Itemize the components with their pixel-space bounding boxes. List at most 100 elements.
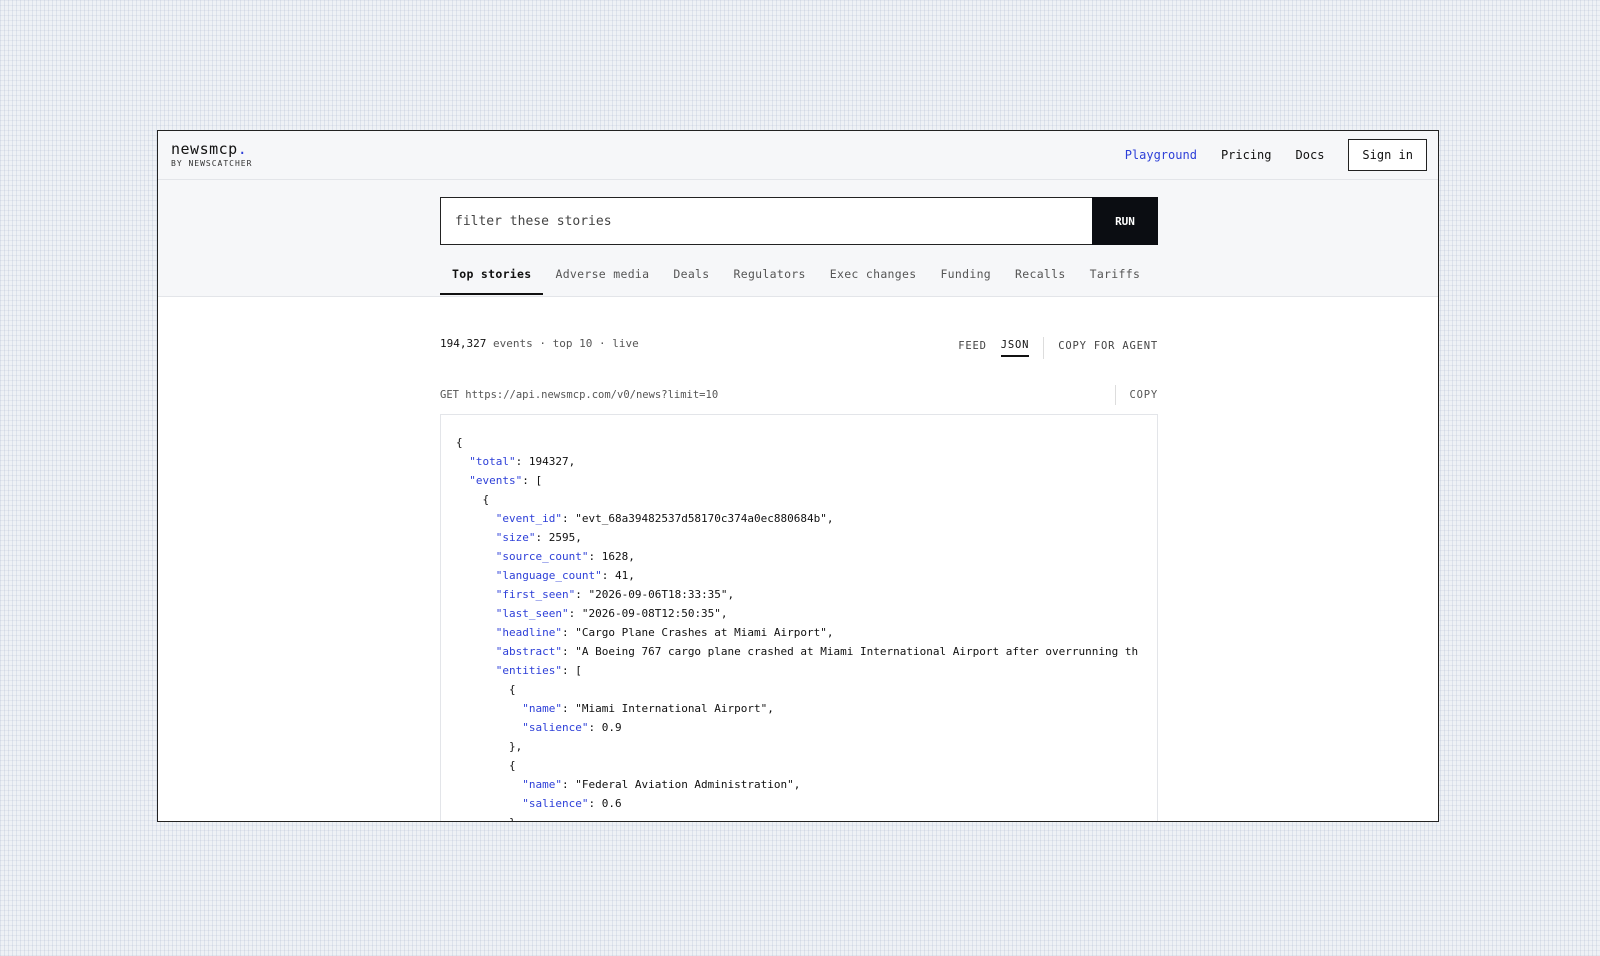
json-line: "entities": [	[456, 661, 1142, 680]
header: newsmcp. BY NEWSCATCHER Playground Prici…	[158, 131, 1438, 180]
tab-adverse-media[interactable]: Adverse media	[543, 259, 661, 295]
json-value: : "2026-09-08T12:50:35",	[568, 607, 728, 620]
json-value: : "Cargo Plane Crashes at Miami Airport"…	[561, 626, 834, 639]
json-code: { "total": 194327, "events": [ { "event_…	[441, 415, 1157, 821]
tab-recalls[interactable]: Recalls	[1003, 259, 1078, 295]
json-line: "total": 194327,	[456, 452, 1142, 471]
stats-separator: ·	[592, 337, 613, 350]
logo[interactable]: newsmcp. BY NEWSCATCHER	[171, 141, 252, 168]
json-value: : "2026-09-06T18:33:35",	[575, 588, 735, 601]
logo-name: newsmcp	[171, 140, 238, 158]
endpoint-url: GET https://api.newsmcp.com/v0/news?limi…	[440, 389, 719, 401]
json-line: "last_seen": "2026-09-08T12:50:35",	[456, 604, 1142, 623]
live-status: live	[612, 337, 639, 350]
json-response-panel[interactable]: { "total": 194327, "events": [ { "event_…	[440, 414, 1158, 821]
json-value: },	[508, 740, 523, 753]
json-value: {	[508, 683, 516, 696]
json-value: {	[456, 436, 463, 449]
json-line: "language_count": 41,	[456, 566, 1142, 585]
top-region: newsmcp. BY NEWSCATCHER Playground Prici…	[158, 131, 1438, 297]
json-key: "entities"	[495, 664, 562, 677]
search-input[interactable]	[440, 197, 1092, 245]
view-controls: FEED JSON COPY FOR AGENT	[958, 337, 1158, 359]
tab-tariffs[interactable]: Tariffs	[1078, 259, 1153, 295]
top-count: top 10	[552, 337, 593, 350]
json-line: },	[456, 737, 1142, 756]
stats-row: 194,327 events · top 10 · live FEED JSON…	[440, 337, 1158, 359]
json-value: : 194327,	[515, 455, 576, 468]
json-key: "events"	[469, 474, 523, 487]
tab-exec-changes[interactable]: Exec changes	[818, 259, 929, 295]
json-value: : 41,	[601, 569, 635, 582]
json-line: "salience": 0.6	[456, 794, 1142, 813]
json-key: "headline"	[495, 626, 562, 639]
json-value: : "Miami International Airport",	[561, 702, 774, 715]
divider	[1043, 337, 1045, 359]
json-value: }	[509, 816, 516, 821]
json-line: "headline": "Cargo Plane Crashes at Miam…	[456, 623, 1142, 642]
json-line: "first_seen": "2026-09-06T18:33:35",	[456, 585, 1142, 604]
nav-playground[interactable]: Playground	[1125, 148, 1197, 162]
top-nav: Playground Pricing Docs Sign in	[1125, 139, 1427, 171]
json-line: {	[456, 756, 1142, 775]
json-key: "last_seen"	[495, 607, 569, 620]
tab-deals[interactable]: Deals	[661, 259, 721, 295]
tab-regulators[interactable]: Regulators	[722, 259, 818, 295]
json-line: "size": 2595,	[456, 528, 1142, 547]
json-key: "abstract"	[495, 645, 562, 658]
json-key: "salience"	[522, 797, 589, 810]
json-toggle[interactable]: JSON	[1000, 339, 1030, 357]
json-key: "size"	[495, 531, 536, 544]
json-value: : 1628,	[588, 550, 635, 563]
json-line: {	[456, 433, 1142, 452]
events-label: events	[492, 337, 533, 350]
logo-wordmark: newsmcp.	[171, 141, 252, 157]
app-window: newsmcp. BY NEWSCATCHER Playground Prici…	[157, 130, 1439, 822]
json-key: "first_seen"	[495, 588, 576, 601]
json-value: {	[508, 759, 516, 772]
logo-dot: .	[237, 140, 248, 158]
tab-funding[interactable]: Funding	[928, 259, 1003, 295]
json-line: "salience": 0.9	[456, 718, 1142, 737]
tab-top-stories[interactable]: Top stories	[440, 259, 544, 295]
copy-endpoint-button[interactable]: COPY	[1114, 385, 1159, 405]
json-key: "salience"	[522, 721, 589, 734]
json-line: "event_id": "evt_68a39482537d58170c374a0…	[456, 509, 1142, 528]
nav-docs[interactable]: Docs	[1296, 148, 1325, 162]
sign-in-button[interactable]: Sign in	[1348, 139, 1427, 171]
json-line: {	[456, 490, 1142, 509]
json-value: : "evt_68a39482537d58170c374a0ec880684b"…	[561, 512, 834, 525]
json-key: "name"	[522, 702, 562, 715]
json-value: {	[482, 493, 490, 506]
json-value: : 0.6	[588, 797, 622, 810]
endpoint-row: GET https://api.newsmcp.com/v0/news?limi…	[440, 385, 1158, 409]
search-row: RUN	[440, 197, 1158, 245]
event-stats: 194,327 events · top 10 · live	[440, 337, 639, 350]
json-line: "name": "Federal Aviation Administration…	[456, 775, 1142, 794]
stats-separator: ·	[532, 337, 553, 350]
feed-toggle[interactable]: FEED	[958, 340, 987, 356]
scroll-fade	[441, 820, 1157, 821]
json-value: : [	[561, 664, 582, 677]
logo-subtitle: BY NEWSCATCHER	[171, 159, 253, 168]
json-line: "abstract": "A Boeing 767 cargo plane cr…	[456, 642, 1142, 661]
nav-pricing[interactable]: Pricing	[1221, 148, 1272, 162]
run-button[interactable]: RUN	[1092, 197, 1158, 245]
json-value: : 0.9	[588, 721, 622, 734]
json-line: {	[456, 680, 1142, 699]
json-line: "source_count": 1628,	[456, 547, 1142, 566]
json-line: "events": [	[456, 471, 1142, 490]
copy-for-agent-button[interactable]: COPY FOR AGENT	[1058, 340, 1158, 356]
json-key: "language_count"	[495, 569, 602, 582]
json-key: "source_count"	[495, 550, 589, 563]
json-key: "event_id"	[495, 512, 562, 525]
json-value: : "Federal Aviation Administration",	[561, 778, 801, 791]
json-key: "name"	[522, 778, 562, 791]
json-value: : "A Boeing 767 cargo plane crashed at M…	[561, 645, 1139, 658]
json-line: "name": "Miami International Airport",	[456, 699, 1142, 718]
json-value: : 2595,	[535, 531, 582, 544]
json-key: "total"	[469, 455, 516, 468]
story-tabs: Top stories Adverse media Deals Regulato…	[440, 259, 1152, 295]
event-count: 194,327	[440, 337, 487, 350]
json-value: : [	[522, 474, 543, 487]
